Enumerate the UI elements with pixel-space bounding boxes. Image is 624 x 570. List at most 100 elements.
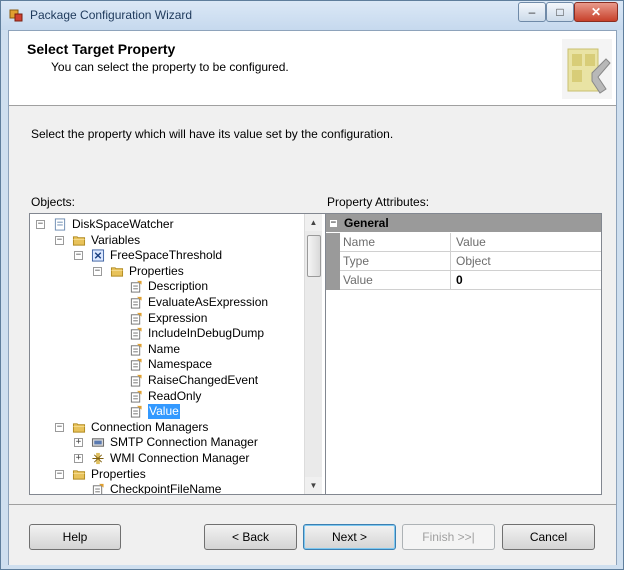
wizard-window: Package Configuration Wizard – □ ✕ Selec… (0, 0, 624, 570)
folder-icon (72, 235, 86, 246)
tree-item-label: RaiseChangedEvent (148, 373, 259, 387)
grid-margin (326, 252, 340, 271)
attribute-name: Type (343, 254, 370, 268)
tree-item[interactable]: − Properties (30, 264, 300, 279)
tree-item[interactable]: RaiseChangedEvent (30, 373, 300, 388)
attribute-row[interactable]: Value 0 (326, 271, 601, 290)
package-icon (54, 218, 66, 231)
tree-item[interactable]: CheckpointFileName (30, 482, 300, 495)
next-button[interactable]: Next > (303, 524, 396, 550)
tree-item[interactable]: ReadOnly (30, 389, 300, 404)
tree-item-label: Properties (129, 263, 184, 278)
folder-icon (72, 469, 86, 480)
tree-item[interactable]: Value (30, 404, 300, 420)
tree-item-label: EvaluateAsExpression (148, 295, 269, 309)
page-subtitle: You can select the property to be config… (51, 60, 289, 74)
property-icon (130, 390, 142, 403)
tree-item-label: SMTP Connection Manager (110, 435, 258, 450)
tree-item[interactable]: − FreeSpaceThreshold (30, 248, 300, 263)
tree-item-label: DiskSpaceWatcher (72, 217, 174, 231)
category-general[interactable]: − General (326, 214, 601, 232)
minimize-button[interactable]: – (518, 2, 546, 22)
attribute-row[interactable]: Type Object (326, 252, 601, 271)
wmi-connection-icon (92, 452, 104, 465)
property-icon (130, 312, 142, 325)
attribute-row[interactable]: Name Value (326, 233, 601, 252)
grid-column-splitter[interactable] (450, 233, 451, 252)
tree-expander-toggle[interactable]: − (93, 266, 102, 276)
instruction-text: Select the property which will have its … (31, 127, 394, 141)
tree-expander-toggle[interactable]: − (74, 251, 83, 261)
wizard-footer: Help < Back Next > Finish >>| Cancel (9, 504, 616, 565)
tree-item[interactable]: − Properties (30, 467, 300, 482)
grid-margin (326, 271, 340, 290)
category-label: General (344, 216, 389, 230)
variable-icon (91, 249, 105, 262)
tree-expander-toggle[interactable]: − (55, 469, 64, 479)
property-icon (130, 328, 142, 340)
tree-item[interactable]: − DiskSpaceWatcher (30, 217, 300, 232)
help-button[interactable]: Help (29, 524, 121, 550)
tree-item-label: Variables (91, 232, 141, 247)
folder-icon (72, 423, 86, 433)
tree-item-label: WMI Connection Manager (110, 451, 250, 465)
close-button[interactable]: ✕ (574, 2, 618, 22)
category-collapse-toggle[interactable]: − (329, 219, 338, 228)
tree-item-label: Name (148, 341, 181, 356)
tree-item[interactable]: − Variables (30, 233, 300, 248)
objects-tree[interactable]: − DiskSpaceWatcher − Variables − FreeSpaceThr… (29, 213, 326, 495)
tree-item[interactable]: + SMTP Connection Manager (30, 435, 300, 450)
cancel-button[interactable]: Cancel (502, 524, 595, 550)
grid-column-splitter[interactable] (450, 271, 451, 290)
scroll-thumb[interactable] (307, 235, 321, 277)
tree-item[interactable]: IncludeInDebugDump (30, 326, 300, 341)
tree-item[interactable]: + WMI Connection Manager (30, 451, 300, 466)
attribute-value: Object (456, 254, 491, 268)
tree-expander-toggle[interactable]: − (36, 220, 45, 229)
property-icon (92, 484, 104, 494)
tree-item-label: FreeSpaceThreshold (110, 248, 223, 263)
tree-expander-toggle[interactable]: − (55, 422, 64, 432)
tree-item-label: Properties (91, 466, 146, 481)
scroll-up-button[interactable]: ▲ (305, 214, 322, 231)
attribute-value: Value (456, 235, 486, 249)
back-button[interactable]: < Back (204, 524, 297, 550)
tree-expander-toggle[interactable]: + (74, 438, 83, 448)
property-attributes-label: Property Attributes: (327, 195, 430, 209)
property-attributes-grid[interactable]: − General Name Value Type Object Value 0 (325, 213, 602, 495)
tree-item[interactable]: Description (30, 279, 300, 294)
tree-item[interactable]: EvaluateAsExpression (30, 295, 300, 310)
wizard-header: Select Target Property You can select th… (9, 31, 616, 106)
tree-item-label: Expression (148, 310, 208, 325)
tree-item-label: ReadOnly (148, 388, 202, 403)
property-icon (130, 406, 142, 418)
tree-item-label: CheckpointFileName (110, 482, 222, 495)
tree-expander-toggle[interactable]: − (55, 235, 64, 245)
configuration-wizard-icon (562, 39, 612, 99)
window-title: Package Configuration Wizard (30, 8, 193, 22)
attribute-value: 0 (456, 273, 463, 287)
tree-item-label: Description (148, 279, 209, 294)
tree-expander-toggle[interactable]: + (74, 454, 83, 463)
title-bar: Package Configuration Wizard – □ ✕ (1, 1, 623, 30)
smtp-connection-icon (91, 438, 105, 448)
property-icon (130, 281, 142, 293)
tree-vertical-scrollbar[interactable]: ▲ ▼ (304, 214, 322, 494)
scroll-down-button[interactable]: ▼ (305, 477, 322, 494)
tree-item[interactable]: Expression (30, 311, 300, 326)
grid-column-splitter[interactable] (450, 252, 451, 271)
tree-item-label: IncludeInDebugDump (148, 326, 265, 341)
property-icon (130, 296, 142, 309)
objects-label: Objects: (31, 195, 76, 209)
finish-button[interactable]: Finish >>| (402, 524, 495, 550)
tree-item[interactable]: Namespace (30, 357, 300, 372)
tree-item[interactable]: − Connection Managers (30, 420, 300, 435)
attribute-name: Value (343, 273, 373, 287)
maximize-button[interactable]: □ (546, 2, 574, 22)
tree-item[interactable]: Name (30, 342, 300, 357)
tree-item-label: Namespace (148, 357, 213, 372)
property-icon (130, 359, 142, 371)
attribute-name: Name (343, 235, 376, 249)
wizard-client-area: Select Target Property You can select th… (8, 30, 617, 565)
page-title: Select Target Property (27, 41, 176, 57)
